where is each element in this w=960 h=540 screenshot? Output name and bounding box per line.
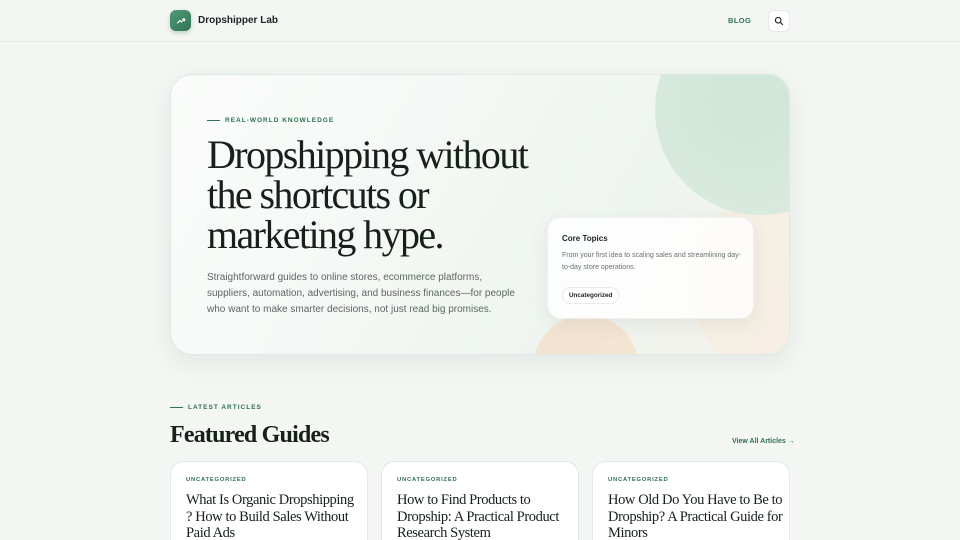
core-topics-title: Core Topics <box>562 234 608 243</box>
article-card[interactable]: UNCATEGORIZED What Is Organic Dropshippi… <box>170 461 368 540</box>
hero-card: REAL-WORLD KNOWLEDGE Dropshipping withou… <box>170 74 790 355</box>
article-card[interactable]: UNCATEGORIZED How to Find Products to Dr… <box>381 461 579 540</box>
hero-description: Straightforward guides to online stores,… <box>207 272 515 315</box>
decorative-blob-peach <box>533 315 639 354</box>
article-title[interactable]: What Is Organic Dropshipping ? How to Bu… <box>186 492 361 540</box>
brand-name[interactable]: Dropshipper Lab <box>198 15 278 26</box>
decorative-blob-green <box>655 75 789 215</box>
core-topics-description: From your first idea to scaling sales an… <box>562 252 741 271</box>
section-title: Featured Guides <box>170 422 330 448</box>
article-title[interactable]: How to Find Products to Dropship: A Prac… <box>397 492 572 540</box>
search-icon <box>774 16 784 26</box>
trending-up-icon <box>176 17 185 24</box>
article-category[interactable]: UNCATEGORIZED <box>186 477 247 483</box>
hero-eyebrow: REAL-WORLD KNOWLEDGE <box>207 117 334 124</box>
category-chip-uncategorized[interactable]: Uncategorized <box>562 287 620 304</box>
latest-eyebrow-text: LATEST ARTICLES <box>188 404 262 411</box>
article-title[interactable]: How Old Do You Have to Be to Dropship? A… <box>608 492 783 540</box>
logo[interactable] <box>170 10 191 31</box>
search-button[interactable] <box>768 10 790 32</box>
latest-eyebrow: LATEST ARTICLES <box>170 404 262 411</box>
core-topics-card: Core Topics From your first idea to scal… <box>547 217 754 319</box>
hero-eyebrow-text: REAL-WORLD KNOWLEDGE <box>225 117 335 124</box>
site-header: Dropshipper Lab BLOG <box>0 0 960 42</box>
nav-blog-link[interactable]: BLOG <box>728 16 751 25</box>
eyebrow-line <box>170 407 183 408</box>
hero-title: Dropshipping without the shortcuts or ma… <box>207 132 529 257</box>
article-category[interactable]: UNCATEGORIZED <box>608 477 669 483</box>
eyebrow-line <box>207 120 220 121</box>
article-category[interactable]: UNCATEGORIZED <box>397 477 458 483</box>
article-card[interactable]: UNCATEGORIZED How Old Do You Have to Be … <box>592 461 790 540</box>
view-all-articles-link[interactable]: View All Articles → <box>732 438 795 445</box>
